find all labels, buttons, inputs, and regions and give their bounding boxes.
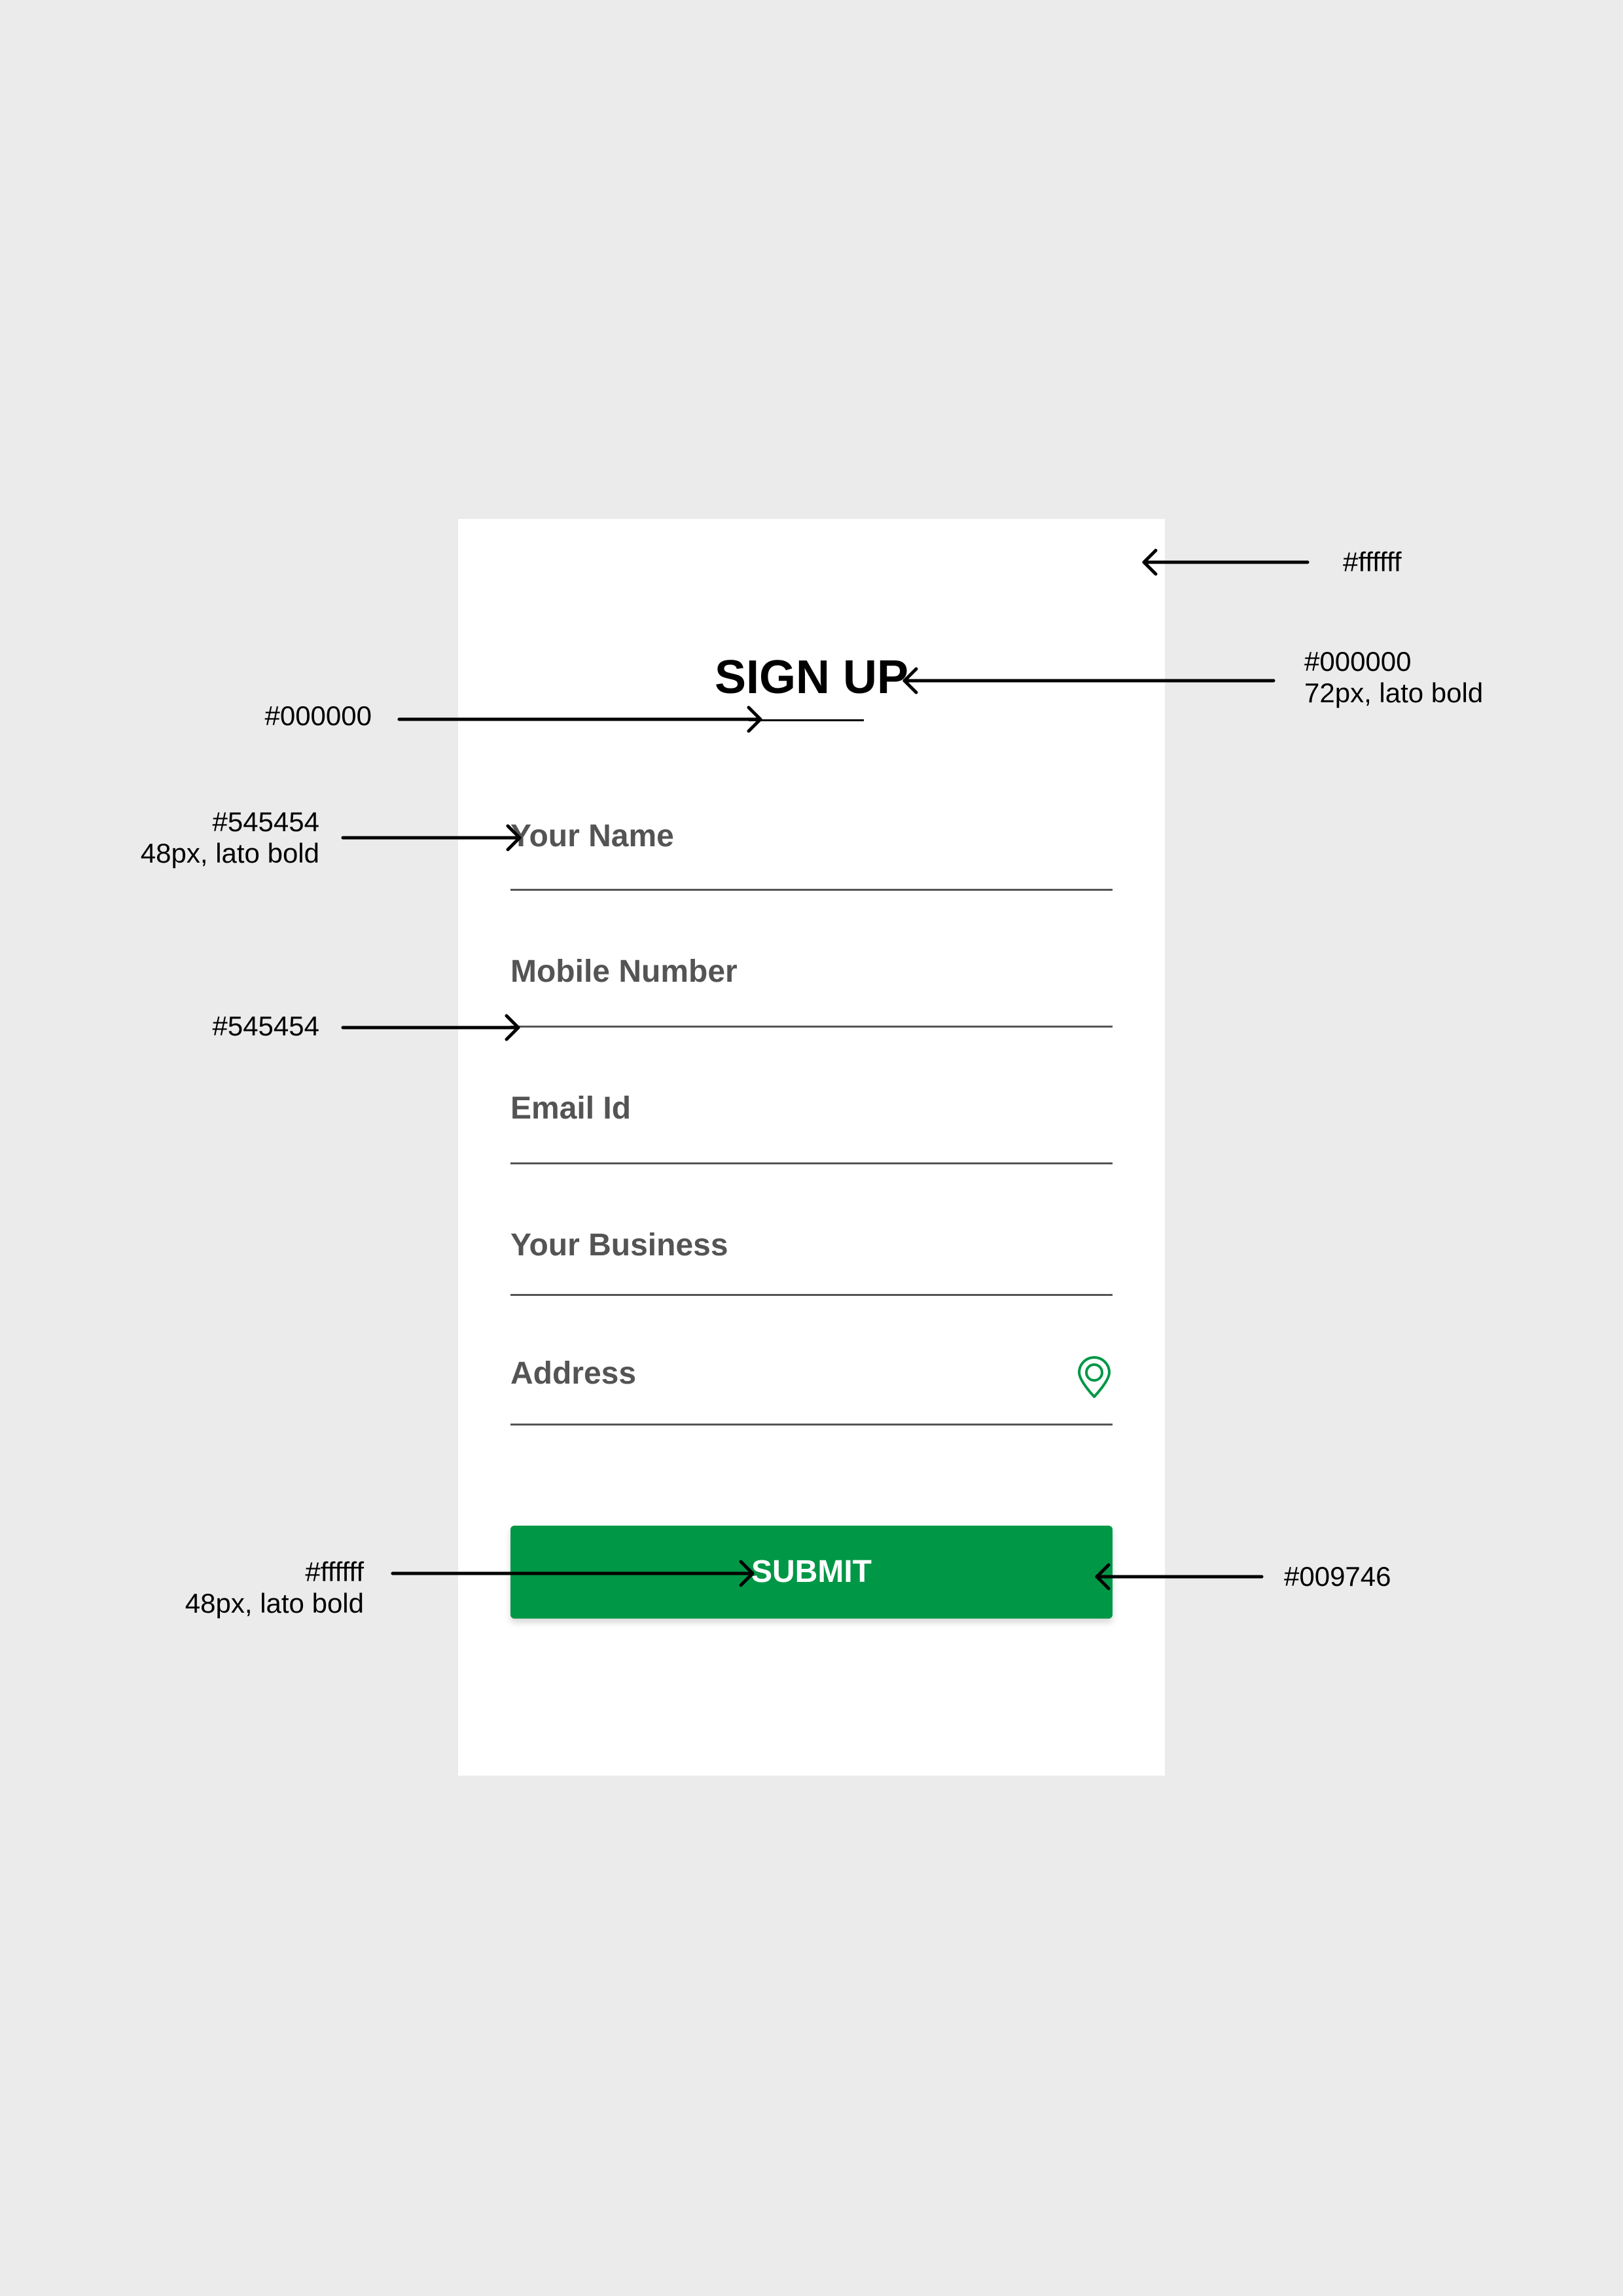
annotation-line: 48px, lato bold — [185, 1588, 364, 1619]
arrow-card-bg — [1142, 548, 1310, 576]
annotation-title: #000000 72px, lato bold — [1304, 646, 1483, 709]
email-underline — [510, 1162, 1113, 1164]
submit-button[interactable]: SUBMIT — [510, 1526, 1113, 1619]
annotation-line: #000000 — [264, 700, 372, 731]
name-field[interactable] — [510, 817, 1113, 891]
name-underline — [510, 889, 1113, 891]
location-pin-icon[interactable] — [1076, 1356, 1113, 1399]
annotation-line: #545454 — [212, 1011, 319, 1041]
address-underline — [510, 1424, 1113, 1426]
annotation-line: 72px, lato bold — [1304, 677, 1484, 708]
business-field[interactable] — [510, 1226, 1113, 1296]
annotation-line: #009746 — [1284, 1561, 1391, 1592]
mobile-underline — [510, 1026, 1113, 1028]
annotation-line: #ffffff — [1343, 547, 1402, 577]
mobile-field[interactable] — [510, 952, 1113, 1028]
annotation-line: #000000 — [1304, 646, 1412, 677]
annotation-field-text: #545454 48px, lato bold — [118, 806, 319, 869]
annotation-field-line: #545454 — [183, 1011, 319, 1042]
annotation-button-text: #ffffff 48px, lato bold — [164, 1556, 364, 1619]
business-input[interactable] — [510, 1226, 1113, 1265]
address-input[interactable] — [510, 1354, 1060, 1393]
name-input[interactable] — [510, 817, 1113, 856]
annotation-line: #545454 — [212, 806, 319, 837]
annotation-title-underline: #000000 — [249, 700, 372, 732]
business-underline — [510, 1294, 1113, 1296]
email-field[interactable] — [510, 1089, 1113, 1164]
address-field[interactable] — [510, 1354, 1113, 1426]
mobile-input[interactable] — [510, 952, 1113, 992]
email-input[interactable] — [510, 1089, 1113, 1128]
annotation-card-bg: #ffffff — [1343, 547, 1402, 578]
annotation-line: 48px, lato bold — [140, 838, 319, 869]
annotation-line: #ffffff — [305, 1556, 364, 1587]
title-underline — [749, 719, 864, 721]
annotation-button-bg: #009746 — [1284, 1561, 1391, 1592]
